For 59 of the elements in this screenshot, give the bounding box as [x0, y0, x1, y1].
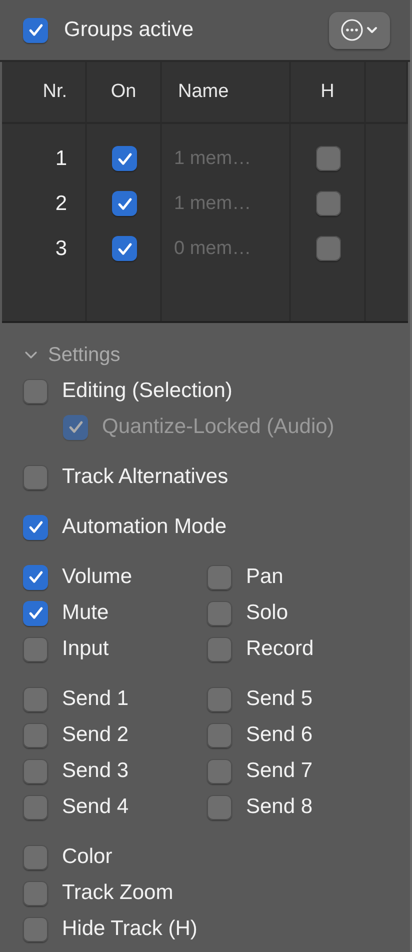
option-label: Send 8 — [246, 795, 313, 819]
option-checkbox[interactable] — [207, 564, 232, 590]
hide-checkbox[interactable] — [316, 236, 341, 261]
option-checkbox[interactable] — [207, 758, 232, 784]
option-label: Solo — [246, 601, 288, 625]
on-checkbox[interactable] — [112, 236, 137, 261]
option-label: Color — [62, 845, 112, 869]
option-label: Pan — [246, 565, 284, 589]
option-checkbox[interactable] — [23, 880, 48, 906]
option-label: Track Zoom — [62, 881, 174, 905]
option-checkbox[interactable] — [23, 564, 48, 590]
group-number: 2 — [55, 192, 67, 216]
option-checkbox[interactable] — [23, 722, 48, 748]
settings-heading: Settings — [48, 344, 120, 366]
option-checkbox[interactable] — [23, 636, 48, 662]
option-label: Send 2 — [62, 723, 129, 747]
option-label: Input — [62, 637, 109, 661]
option-label: Record — [246, 637, 314, 661]
ellipsis-circle-icon — [340, 18, 380, 42]
option-label: Send 5 — [246, 687, 313, 711]
groups-active-checkbox[interactable] — [23, 18, 48, 42]
group-number: 3 — [55, 236, 67, 260]
option-checkbox[interactable] — [23, 600, 48, 626]
hide-checkbox[interactable] — [316, 191, 341, 216]
option-checkbox[interactable] — [23, 758, 48, 784]
option-checkbox[interactable] — [23, 514, 48, 540]
option-label: Editing (Selection) — [62, 379, 232, 403]
option-checkbox[interactable] — [207, 794, 232, 820]
group-number: 1 — [55, 146, 67, 170]
option-checkbox[interactable] — [23, 464, 48, 490]
option-label: Send 3 — [62, 759, 129, 783]
option-label: Hide Track (H) — [62, 917, 198, 941]
column-header: Name — [162, 62, 291, 122]
column-header: On — [87, 62, 162, 122]
option-checkbox[interactable] — [207, 600, 232, 626]
option-label: Automation Mode — [62, 515, 227, 539]
option-checkbox[interactable] — [207, 636, 232, 662]
option-label: Mute — [62, 601, 109, 625]
option-checkbox[interactable] — [23, 844, 48, 870]
option-checkbox[interactable] — [23, 794, 48, 820]
column-header: H — [291, 62, 366, 122]
option-checkbox[interactable] — [23, 686, 48, 712]
option-label: Track Alternatives — [62, 465, 228, 489]
column-header: Nr. — [2, 62, 87, 122]
on-checkbox[interactable] — [112, 146, 137, 171]
option-label: Send 6 — [246, 723, 313, 747]
option-checkbox[interactable] — [207, 722, 232, 748]
option-checkbox[interactable] — [23, 916, 48, 942]
more-options-button[interactable] — [329, 12, 390, 48]
option-label: Volume — [62, 565, 132, 589]
on-checkbox[interactable] — [112, 191, 137, 216]
option-checkbox[interactable] — [23, 378, 48, 404]
option-label: Send 1 — [62, 687, 129, 711]
option-label: Send 7 — [246, 759, 313, 783]
option-checkbox[interactable] — [207, 686, 232, 712]
groups-active-label: Groups active — [64, 18, 195, 42]
hide-checkbox[interactable] — [316, 146, 341, 171]
option-label: Quantize-Locked (Audio) — [102, 415, 334, 439]
option-label: Send 4 — [62, 795, 129, 819]
